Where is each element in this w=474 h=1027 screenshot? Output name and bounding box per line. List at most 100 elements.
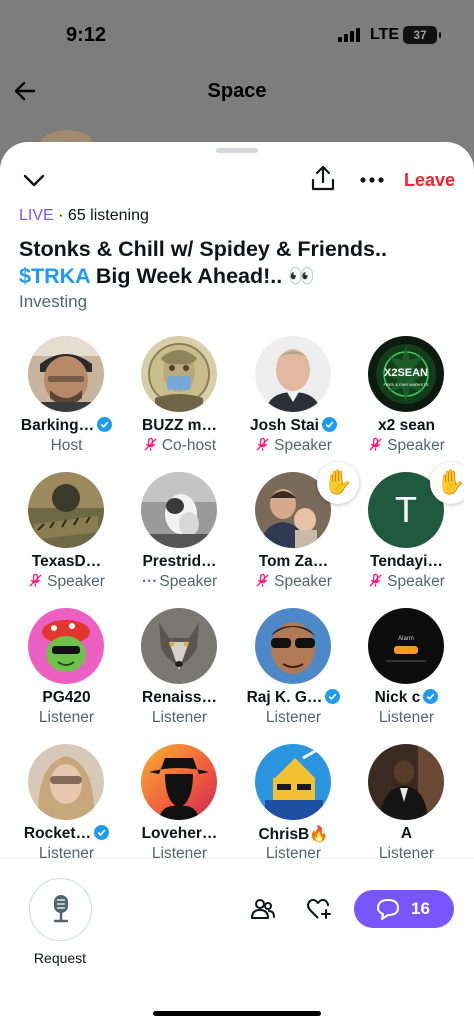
participant-prestrid[interactable]: Prestrid… ··· Speaker: [123, 468, 236, 603]
more-icon[interactable]: [358, 166, 386, 194]
participant-role: Listener: [378, 845, 435, 859]
raised-hand-icon: ✋: [430, 462, 464, 504]
verified-badge-icon: [321, 417, 337, 432]
topic-label[interactable]: Investing: [19, 292, 87, 312]
verified-badge-icon: [423, 689, 439, 704]
battery-icon: 37: [403, 26, 441, 44]
chevron-down-icon[interactable]: [20, 166, 48, 194]
cashtag-link[interactable]: $TRKA: [19, 264, 90, 288]
svg-text:T: T: [395, 489, 417, 530]
verified-badge-icon: [97, 417, 113, 432]
signal-icon: [338, 28, 362, 42]
participant-role: Co-host: [123, 437, 236, 455]
title-text: Stonks & Chill w/ Spidey & Friends..: [19, 237, 387, 261]
leave-button[interactable]: Leave: [404, 170, 455, 191]
avatar: [28, 336, 104, 412]
participant-name: Josh Stai: [237, 417, 350, 435]
avatar: [141, 608, 217, 684]
status-bar: 9:12 LTE 37: [0, 0, 474, 70]
participant-role: Speaker: [350, 573, 463, 591]
people-icon[interactable]: [250, 896, 276, 922]
participant-name: Tom Za…: [258, 553, 329, 570]
participant-name: Rocket…: [10, 825, 123, 843]
status-time: 9:12: [66, 24, 107, 46]
participant-role: Listener: [38, 845, 95, 859]
participant-name: Nick c: [350, 689, 463, 707]
share-icon[interactable]: [309, 164, 337, 192]
participant-loveher[interactable]: Loveher… Listener: [123, 740, 236, 859]
participant-role: Speaker: [237, 573, 350, 591]
mic-off-icon: [29, 573, 42, 587]
participant-name: Tendayi…: [370, 553, 443, 570]
live-label: LIVE: [19, 207, 54, 224]
avatar: X2SEAN FREE & FAIR MARKETS: [368, 336, 444, 412]
participant-role: Listener: [151, 845, 208, 859]
participant-role: Speaker: [350, 437, 463, 455]
participant-role: Listener: [378, 709, 435, 726]
request-button[interactable]: [29, 878, 92, 941]
participant-a[interactable]: A Listener: [350, 740, 463, 859]
participant-name: Renaiss…: [142, 689, 217, 706]
avatar: [255, 336, 331, 412]
participant-name: Raj K. G…: [237, 689, 350, 707]
participant-buzz[interactable]: BUZZ m… Co-host: [123, 332, 236, 467]
mic-off-icon: [256, 437, 269, 451]
participant-tendayi[interactable]: T ✋ Tendayi… Speaker: [350, 462, 464, 603]
participant-tomza[interactable]: ✋ Tom Za… Speaker: [237, 462, 359, 603]
avatar: [28, 608, 104, 684]
participant-role: Speaker: [10, 573, 123, 591]
participant-name: Barking…: [10, 417, 123, 435]
avatar: [28, 472, 104, 548]
avatar: [141, 472, 217, 548]
participant-name: BUZZ m…: [142, 417, 217, 434]
participant-role: Speaker: [237, 437, 350, 455]
request-label: Request: [33, 950, 87, 966]
participant-name: A: [400, 825, 413, 842]
participant-role: Listener: [265, 709, 322, 726]
participant-name: x2 sean: [378, 417, 435, 434]
sheet-grabber[interactable]: [216, 148, 258, 153]
space-sheet: Leave LIVE · 65 listening Stonks & Chill…: [0, 142, 474, 1027]
avatar: Alarm: [368, 608, 444, 684]
participant-barking[interactable]: Barking… Host: [10, 332, 123, 467]
space-title: Stonks & Chill w/ Spidey & Friends.. $TR…: [19, 236, 459, 290]
network-label: LTE: [370, 26, 400, 43]
mic-off-icon: [144, 437, 157, 451]
svg-text:X2SEAN: X2SEAN: [384, 367, 428, 379]
mic-off-icon: [369, 437, 382, 451]
avatar: [255, 608, 331, 684]
microphone-icon: [53, 895, 69, 923]
live-status: LIVE · 65 listening: [19, 207, 149, 225]
participant-rocket[interactable]: Rocket… Listener: [10, 740, 123, 859]
participant-name: Loveher…: [141, 825, 218, 842]
comments-count: 16: [411, 899, 430, 918]
participant-x2sean[interactable]: X2SEAN FREE & FAIR MARKETS x2 sean Speake…: [350, 332, 463, 467]
mic-off-icon: [256, 573, 269, 587]
participant-role: ··· Speaker: [141, 573, 218, 590]
participant-nickc[interactable]: Alarm Nick c Listener: [350, 604, 463, 739]
participant-chrisb[interactable]: ChrisB🔥 Listener: [237, 740, 350, 859]
comments-button[interactable]: 16: [354, 890, 454, 928]
participant-role: Listener: [265, 845, 322, 859]
listening-count: · 65 listening: [58, 207, 149, 224]
participant-name: Prestrid…: [142, 553, 217, 570]
participant-pg420[interactable]: PG420 Listener: [10, 604, 123, 739]
svg-text:Alarm: Alarm: [398, 636, 414, 642]
participant-texasd[interactable]: TexasD… Speaker: [10, 468, 123, 603]
mic-off-icon: [369, 573, 382, 587]
divider: [0, 858, 474, 859]
svg-text:FREE & FAIR MARKETS: FREE & FAIR MARKETS: [384, 382, 429, 387]
avatar: [255, 744, 331, 820]
participants-grid: Barking… Host BUZZ m… Co-host Josh Stai …: [10, 332, 464, 859]
avatar: [28, 744, 104, 820]
participant-name: TexasD…: [31, 553, 102, 570]
participant-rajk[interactable]: Raj K. G… Listener: [237, 604, 350, 739]
participant-josh[interactable]: Josh Stai Speaker: [237, 332, 350, 467]
comment-icon: [377, 899, 399, 920]
heart-plus-icon[interactable]: [306, 896, 332, 922]
title-text-2: Big Week Ahead!.. 👀: [89, 264, 315, 288]
verified-badge-icon: [325, 689, 341, 704]
avatar: [368, 744, 444, 820]
participant-name: ChrisB🔥: [258, 826, 329, 843]
participant-renaiss[interactable]: Renaiss… Listener: [123, 604, 236, 739]
